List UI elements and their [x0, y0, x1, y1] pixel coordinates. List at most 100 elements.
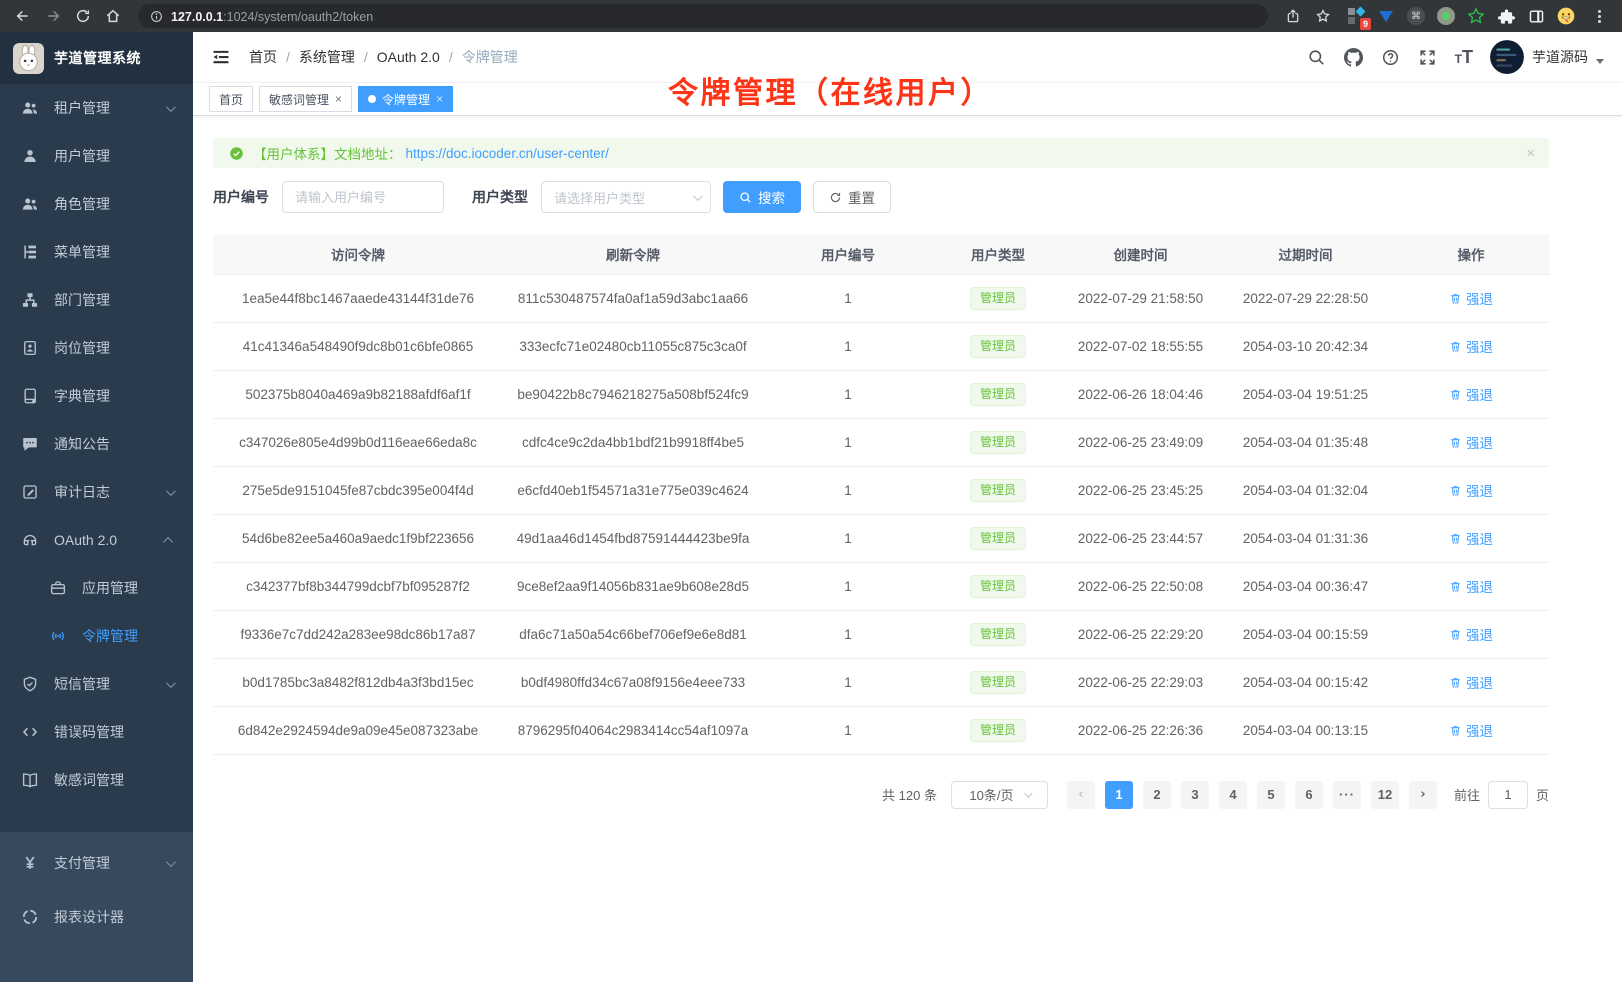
recorder-extension-icon[interactable] — [1436, 6, 1456, 26]
breadcrumb-item[interactable]: 首页 — [249, 47, 277, 67]
force-logout-button[interactable]: 强退 — [1449, 288, 1493, 308]
user-type-select[interactable]: 请选择用户类型 — [541, 181, 711, 213]
sidebar-item-error-code[interactable]: 错误码管理 — [0, 708, 193, 756]
share-icon[interactable] — [1280, 3, 1306, 29]
page-button-1[interactable]: 1 — [1105, 781, 1133, 809]
navbar-actions: TT 芋道源码 — [1307, 40, 1604, 74]
page-button-6[interactable]: 6 — [1295, 781, 1323, 809]
prev-page-button[interactable]: ‹ — [1067, 781, 1095, 809]
force-logout-button[interactable]: 强退 — [1449, 528, 1493, 548]
blocks-extension-icon[interactable]: 9 — [1346, 6, 1366, 26]
star-extension-icon[interactable] — [1466, 6, 1486, 26]
browser-menu-icon[interactable] — [1586, 3, 1612, 29]
sidebar-item-app[interactable]: 应用管理 — [0, 564, 193, 612]
sidebar-item-user[interactable]: 用户管理 — [0, 132, 193, 180]
sidebar-item-tenant[interactable]: 租户管理 — [0, 84, 193, 132]
doc-alert: 【用户体系】文档地址： https://doc.iocoder.cn/user-… — [213, 138, 1549, 168]
search-button[interactable]: 搜索 — [723, 181, 801, 213]
browser-extensions: 9 ⌘ — [1346, 6, 1576, 26]
browser-back-icon[interactable] — [10, 3, 36, 29]
next-page-button[interactable]: › — [1409, 781, 1437, 809]
chevron-down-icon — [166, 857, 176, 867]
force-logout-button[interactable]: 强退 — [1449, 432, 1493, 452]
page-button-4[interactable]: 4 — [1219, 781, 1247, 809]
sidebar-item-dept[interactable]: 部门管理 — [0, 276, 193, 324]
cell-created-time: 2022-06-25 22:29:03 — [1063, 658, 1218, 706]
page-buttons: 123456···12 — [1100, 781, 1404, 809]
force-logout-button[interactable]: 强退 — [1449, 720, 1493, 740]
token-icon — [49, 627, 67, 645]
page-button-3[interactable]: 3 — [1181, 781, 1209, 809]
active-tab-dot — [368, 95, 376, 103]
force-logout-button[interactable]: 强退 — [1449, 624, 1493, 644]
oauth-icon — [21, 531, 39, 549]
reset-button[interactable]: 重置 — [813, 181, 891, 213]
page-button-12[interactable]: 12 — [1371, 781, 1399, 809]
sidebar-item-token[interactable]: 令牌管理 — [0, 612, 193, 660]
sidebar-item-role[interactable]: 角色管理 — [0, 180, 193, 228]
app-logo[interactable]: 芋道管理系统 — [0, 32, 193, 84]
force-logout-button[interactable]: 强退 — [1449, 336, 1493, 356]
alert-doc-link[interactable]: https://doc.iocoder.cn/user-center/ — [406, 146, 609, 161]
sidebar-item-pay[interactable]: 支付管理 — [0, 836, 193, 890]
filter-form: 用户编号 用户类型 请选择用户类型 搜索 重置 — [213, 181, 1549, 213]
tab-令牌管理[interactable]: 令牌管理× — [358, 86, 453, 112]
sidebar-item-sensitive-word[interactable]: 敏感词管理 — [0, 756, 193, 804]
sidebar-item-oauth[interactable]: OAuth 2.0 — [0, 516, 193, 564]
fullscreen-icon[interactable] — [1418, 47, 1438, 67]
puzzle-extension-icon[interactable] — [1496, 6, 1516, 26]
sidebar-item-label: 令牌管理 — [82, 626, 179, 646]
breadcrumb-item[interactable]: 系统管理 — [299, 47, 355, 67]
command-extension-icon[interactable]: ⌘ — [1406, 6, 1426, 26]
github-icon[interactable] — [1344, 47, 1364, 67]
dept-icon — [21, 291, 39, 309]
cell-expire-time: 2054-03-04 00:13:15 — [1218, 706, 1393, 754]
force-logout-button[interactable]: 强退 — [1449, 384, 1493, 404]
gem-extension-icon[interactable] — [1376, 6, 1396, 26]
browser-forward-icon[interactable] — [40, 3, 66, 29]
tab-首页[interactable]: 首页 — [209, 86, 253, 112]
page-button-2[interactable]: 2 — [1143, 781, 1171, 809]
close-tab-icon[interactable]: × — [335, 93, 342, 105]
page-more-button[interactable]: ··· — [1333, 781, 1361, 809]
cell-actions: 强退 — [1393, 370, 1549, 418]
search-icon[interactable] — [1307, 47, 1327, 67]
refresh-icon — [829, 191, 842, 204]
sidebar-item-audit[interactable]: 审计日志 — [0, 468, 193, 516]
cell-expire-time: 2054-03-04 00:15:59 — [1218, 610, 1393, 658]
force-logout-button[interactable]: 强退 — [1449, 576, 1493, 596]
sidebar-item-report[interactable]: 报表设计器 — [0, 890, 193, 944]
tab-敏感词管理[interactable]: 敏感词管理× — [259, 86, 352, 112]
address-bar[interactable]: 127.0.0.1:1024/system/oauth2/token — [138, 4, 1268, 28]
goto-page-input[interactable] — [1488, 781, 1528, 809]
profile-avatar-icon[interactable] — [1556, 6, 1576, 26]
breadcrumb-item[interactable]: OAuth 2.0 — [377, 49, 440, 65]
cell-access-token: 502375b8040a469a9b82188afdf6af1f — [213, 370, 503, 418]
font-size-icon[interactable]: TT — [1455, 47, 1473, 68]
bookmark-star-icon[interactable] — [1310, 3, 1336, 29]
browser-reload-icon[interactable] — [70, 3, 96, 29]
cell-refresh-token: cdfc4ce9c2da4bb1bdf21b9918ff4be5 — [503, 418, 763, 466]
alert-close-icon[interactable]: × — [1526, 145, 1535, 162]
help-icon[interactable] — [1381, 47, 1401, 67]
cell-expire-time: 2054-03-04 00:15:42 — [1218, 658, 1393, 706]
sidebar-item-label: 敏感词管理 — [54, 770, 179, 790]
page-size-select[interactable]: 10条/页 — [951, 781, 1048, 809]
sidebar-item-menu-tree[interactable]: 菜单管理 — [0, 228, 193, 276]
sidebar-item-notice[interactable]: 通知公告 — [0, 420, 193, 468]
cell-refresh-token: 333ecfc71e02480cb11055c875c3ca0f — [503, 322, 763, 370]
close-tab-icon[interactable]: × — [436, 93, 443, 105]
user-id-input[interactable] — [282, 181, 444, 213]
force-logout-button[interactable]: 强退 — [1449, 672, 1493, 692]
app-icon — [49, 579, 67, 597]
sidebar-item-dict[interactable]: 字典管理 — [0, 372, 193, 420]
side-panel-icon[interactable] — [1526, 6, 1546, 26]
page-button-5[interactable]: 5 — [1257, 781, 1285, 809]
browser-home-icon[interactable] — [100, 3, 126, 29]
sidebar-item-post[interactable]: 岗位管理 — [0, 324, 193, 372]
force-logout-button[interactable]: 强退 — [1449, 480, 1493, 500]
sidebar-item-sms[interactable]: 短信管理 — [0, 660, 193, 708]
sidebar-toggle-icon[interactable] — [211, 47, 231, 67]
cell-actions: 强退 — [1393, 562, 1549, 610]
user-menu[interactable]: 芋道源码 — [1490, 40, 1604, 74]
